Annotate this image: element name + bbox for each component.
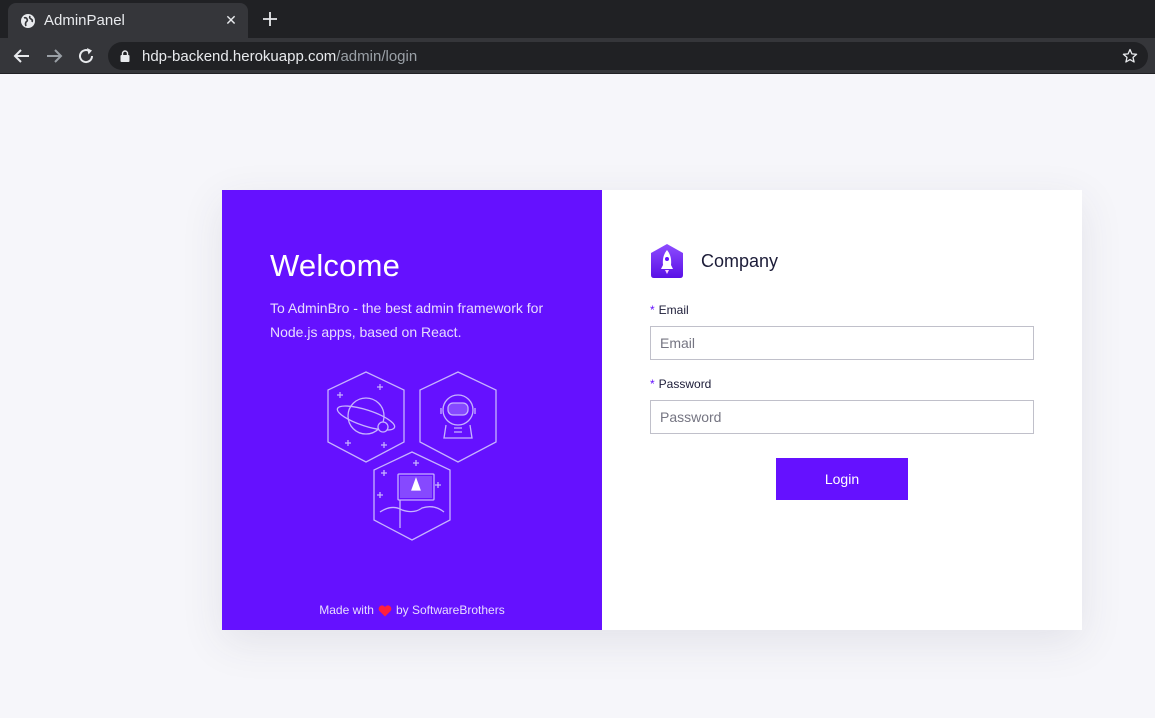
star-icon[interactable]: [1122, 48, 1138, 64]
close-icon[interactable]: ✕: [222, 11, 240, 29]
plus-icon[interactable]: [260, 9, 280, 29]
address-bar[interactable]: hdp-backend.herokuapp.com/admin/login: [108, 42, 1148, 70]
required-mark: *: [650, 377, 655, 391]
welcome-description: To AdminBro - the best admin framework f…: [270, 300, 544, 340]
login-card: Welcome To AdminBro - the best admin fra…: [222, 190, 1082, 630]
password-label: * Password: [650, 377, 711, 391]
url-domain: hdp-backend.herokuapp.com: [142, 48, 337, 65]
heart-icon: [378, 605, 392, 617]
welcome-panel: Welcome To AdminBro - the best admin fra…: [222, 190, 602, 630]
url-text: hdp-backend.herokuapp.com/admin/login: [142, 48, 417, 65]
footer-by: by: [395, 603, 409, 617]
password-field[interactable]: [650, 400, 1034, 434]
reload-icon[interactable]: [76, 46, 96, 66]
password-label-text: Password: [658, 377, 712, 391]
browser-tab-bar: AdminPanel ✕: [0, 0, 1155, 38]
forward-arrow-icon[interactable]: [44, 46, 64, 66]
company-name: Company: [701, 251, 779, 271]
browser-toolbar: hdp-backend.herokuapp.com/admin/login: [0, 38, 1155, 74]
lock-icon: [120, 50, 130, 62]
email-field[interactable]: [650, 326, 1034, 360]
made-with-footer: Made with by SoftwareBrothers: [222, 603, 602, 617]
rocket-logo-icon: [651, 244, 683, 278]
login-button[interactable]: Login: [776, 458, 908, 500]
back-arrow-icon[interactable]: [12, 46, 32, 66]
astronaut-illustration: [327, 371, 497, 541]
footer-prefix: Made with: [319, 603, 374, 617]
email-label: * Email: [650, 303, 689, 317]
browser-tab[interactable]: AdminPanel ✕: [8, 3, 248, 38]
email-label-text: Email: [658, 303, 689, 317]
required-mark: *: [650, 303, 655, 317]
url-path: /admin/login: [336, 48, 418, 65]
welcome-title: Welcome: [270, 248, 401, 283]
tab-title: AdminPanel: [44, 12, 125, 29]
globe-icon: [21, 14, 35, 28]
footer-company: SoftwareBrothers: [412, 603, 505, 617]
